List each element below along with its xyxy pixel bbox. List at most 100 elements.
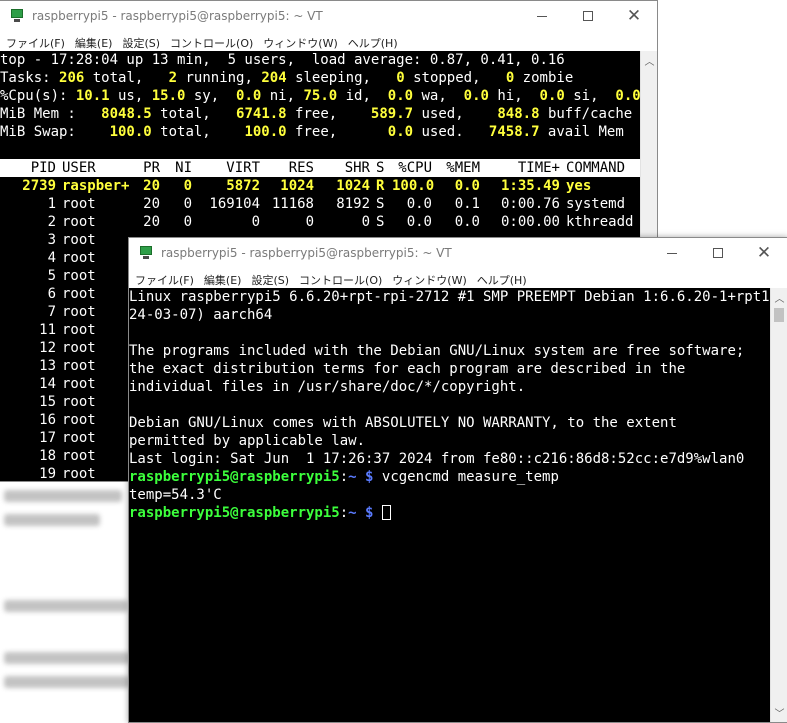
text-segment: 848.8 [497,106,540,122]
text-segment: buff/cache [539,106,633,122]
table-row: 1 root 20 0 169104 11168 8192 S 0.0 0.1 0:00.76 sys… [0,195,640,213]
text-segment: us, [109,88,152,104]
text-segment: total, [151,106,237,122]
process-table-header: PID USER PR NI VIRT RES SHR S %CPU %MEM TIME+ COMMA… [0,159,640,177]
cell-shr: 0 [361,214,370,230]
text-segment: 204 [261,70,287,86]
column-header-ni: NI [175,160,192,176]
cell-user: root [62,340,96,356]
cell-shr: 1024 [336,178,370,194]
text-segment: MiB Mem : [0,106,102,122]
cell-virt: 169104 [209,196,260,212]
text-segment: used. [413,124,489,140]
window-title: raspberrypi5 - raspberrypi5@raspberrypi5… [32,9,323,23]
output-line: Linux raspberrypi5 6.6.20+rpt-rpi-2712 #… [129,288,770,306]
shell-prompt[interactable]: raspberrypi5@raspberrypi5:~ $ [129,504,770,522]
text-segment: ~ [348,469,357,485]
output-line [129,324,770,342]
cell-command: yes [566,178,592,194]
cell-pid: 5 [47,268,56,284]
summary-line: %Cpu(s): 10.1 us, 15.0 sy, 0.0 ni, 75.0 … [0,87,640,105]
vertical-scrollbar[interactable]: ︿ ﹀ [770,288,787,722]
terminal-output[interactable]: Linux raspberrypi5 6.6.20+rpt-rpi-2712 #… [129,288,770,722]
cell-state: S [376,214,385,230]
cell-pid: 12 [39,340,56,356]
title-bar[interactable]: raspberrypi5 - raspberrypi5@raspberrypi5… [129,238,787,269]
summary-line: Tasks: 206 total, 2 running, 204 sleepin… [0,69,640,87]
text-segment: 75.0 [303,88,338,104]
cell-user: root [62,232,96,248]
cell-pid: 15 [39,394,56,410]
text-segment: avail Mem [539,124,624,140]
text-segment: The programs included with the Debian GN… [129,343,745,359]
maximize-button[interactable] [695,238,741,269]
text-segment: 0 [505,70,515,86]
text-segment: used, [413,106,498,122]
cell-pid: 14 [39,376,56,392]
minimize-button[interactable] [519,1,565,32]
table-row: 2739 raspber+ 20 0 5872 1024 1024 R 100.0 0.0 1:35… [0,177,640,195]
terminal-app-icon [139,246,153,260]
cell-state: S [376,196,385,212]
text-segment: stopped, [404,70,506,86]
cell-user: root [62,250,96,266]
maximize-button[interactable] [565,1,611,32]
cell-user: root [62,268,96,284]
top-summary: top - 17:28:04 up 13 min, 5 users, load … [0,51,640,141]
text-segment: 2 [168,70,178,86]
scroll-up-icon[interactable]: ︿ [771,290,787,305]
scroll-up-icon[interactable]: ︿ [641,53,657,68]
text-segment: 206 [59,70,85,86]
cell-user: root [62,448,96,464]
cell-ni: 0 [183,196,192,212]
text-segment: individual files in /usr/share/doc/*/cop… [129,379,526,395]
prompt-segment: $ [356,505,382,521]
text-segment: running, [177,70,262,86]
cell-cpu: 0.0 [406,214,432,230]
cell-pid: 2 [47,214,56,230]
cell-pid: 3 [47,232,56,248]
prompt-segment: ~ [348,505,357,521]
cell-user: root [62,322,96,338]
cell-pr: 20 [143,214,160,230]
minimize-icon [667,253,677,254]
output-line: permitted by applicable law. [129,432,770,450]
cell-user: root [62,394,96,410]
maximize-icon [713,248,723,258]
cell-mem: 0.0 [454,214,480,230]
cell-pid: 4 [47,250,56,266]
cell-time: 0:00.76 [500,196,560,212]
cell-pid: 18 [39,448,56,464]
column-header-time: TIME+ [517,160,560,176]
cell-time: 1:35.49 [500,178,560,194]
text-segment: 0 [396,70,405,86]
scroll-down-icon[interactable]: ﹀ [771,705,787,720]
terminal-window-shell[interactable]: raspberrypi5 - raspberrypi5@raspberrypi5… [128,237,787,723]
text-segment: sy, [185,88,237,104]
cell-command: kthreadd [566,214,634,230]
close-button[interactable]: ✕ [611,1,657,32]
cell-pid: 16 [39,412,56,428]
text-segment: the exact distribution terms for each pr… [129,361,686,377]
text-segment: Linux raspberrypi5 6.6.20+rpt-rpi-2712 #… [129,289,770,305]
cell-pr: 20 [143,196,160,212]
cell-res: 0 [305,214,314,230]
text-segment: 589.7 [370,106,414,122]
column-header-pr: PR [143,160,160,176]
output-line: temp=54.3'C [129,486,770,504]
text-segment: 0.0 [615,88,640,104]
summary-line: MiB Swap: 100.0 total, 100.0 free, 0.0 u… [0,123,640,141]
close-button[interactable]: ✕ [741,238,787,269]
cell-ni: 0 [183,214,192,230]
scroll-thumb[interactable] [774,308,784,322]
text-segment: MiB Swap: [0,124,110,140]
cell-res: 1024 [280,178,314,194]
minimize-button[interactable] [649,238,695,269]
cell-pid: 6 [47,286,56,302]
text-segment: free, [286,124,388,140]
prompt-segment: : [339,505,349,521]
maximize-icon [583,11,593,21]
title-bar[interactable]: raspberrypi5 - raspberrypi5@raspberrypi5… [0,1,657,32]
cell-pid: 19 [39,466,56,481]
cell-pr: 20 [143,178,160,194]
